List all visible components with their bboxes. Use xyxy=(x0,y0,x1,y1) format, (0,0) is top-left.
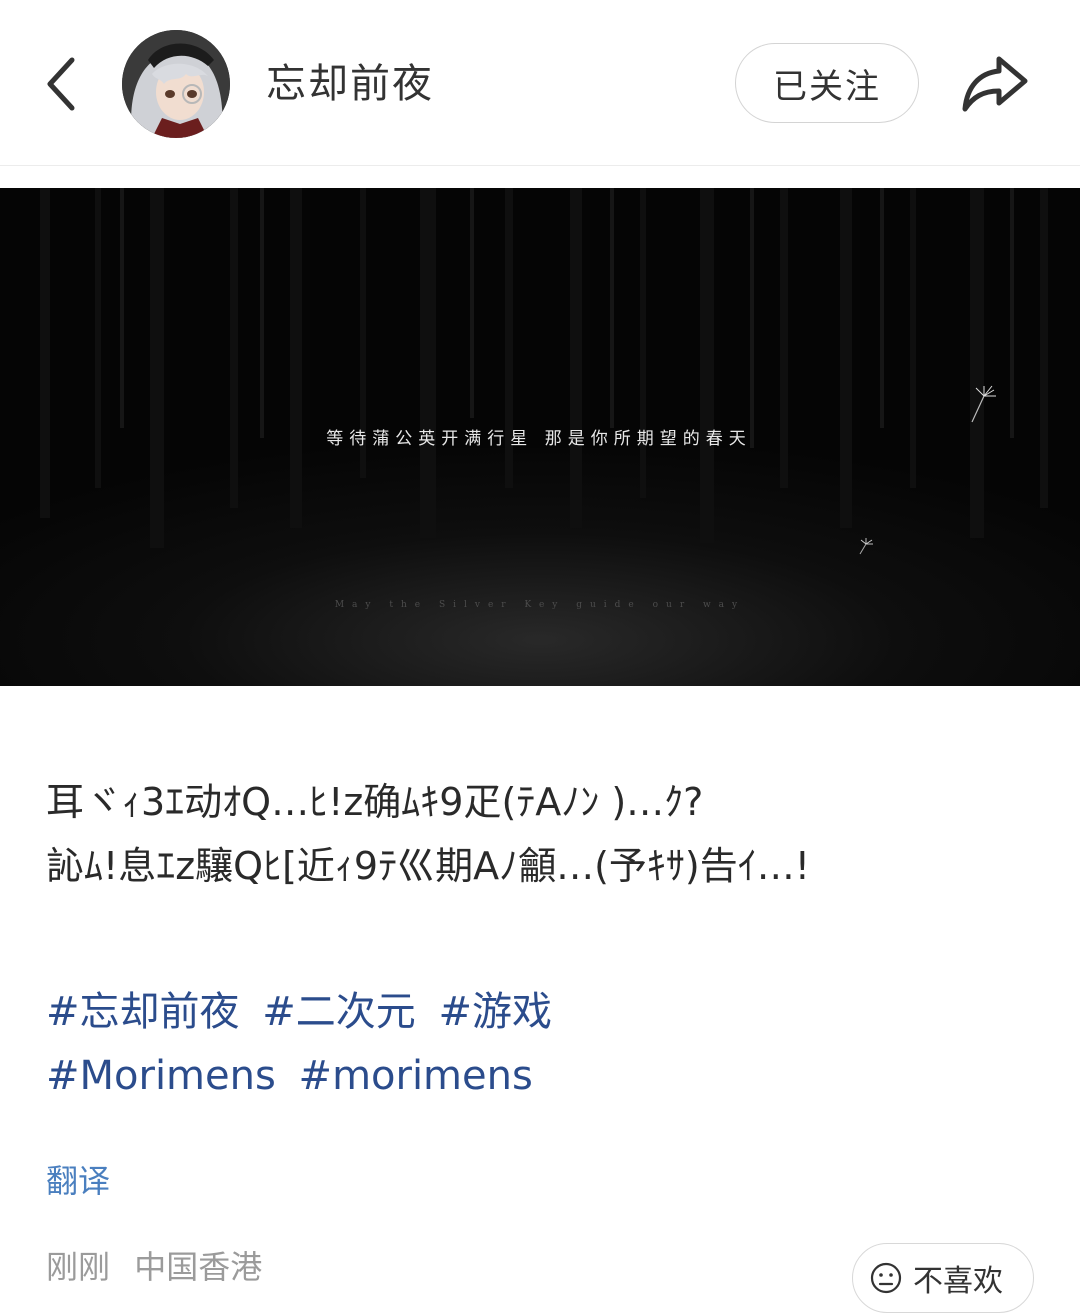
post-header: 忘却前夜 已关注 xyxy=(0,0,1080,166)
post-time: 刚刚 xyxy=(46,1248,111,1286)
media-subcaption: May the Silver Key guide our way xyxy=(334,600,746,610)
hashtag-list: #忘却前夜 #二次元 #游戏 #Morimens #morimens xyxy=(46,980,1036,1108)
dandelion-seed-icon xyxy=(859,538,873,555)
post-location: 中国香港 xyxy=(134,1248,263,1286)
translate-link[interactable]: 翻译 xyxy=(46,1156,110,1202)
back-arrow-icon xyxy=(47,57,75,111)
follow-button[interactable]: 已关注 xyxy=(735,43,919,123)
post-media-image[interactable]: 等待蒲公英开满行星 那是你所期望的春天 May the Silver Key g… xyxy=(0,188,1080,686)
post-line: 訫ﾑ!息ｴz驤Qﾋ[近ｨ9ﾃ巛期Aﾉ龥…(予ｷｻ)告ｲ…! xyxy=(46,844,810,888)
dislike-button[interactable]: 不喜欢 xyxy=(852,1243,1034,1313)
dislike-label: 不喜欢 xyxy=(913,1264,1003,1299)
hashtag-link[interactable]: #游戏 xyxy=(438,989,552,1035)
username[interactable]: 忘却前夜 xyxy=(266,56,434,112)
sad-face-icon xyxy=(869,1261,903,1295)
hashtag-link[interactable]: #Morimens xyxy=(46,1053,276,1099)
share-button[interactable] xyxy=(955,45,1035,121)
avatar-image xyxy=(122,30,230,138)
back-button[interactable] xyxy=(30,42,90,126)
dandelion-seed-icon xyxy=(971,385,996,423)
hashtag-link[interactable]: #二次元 xyxy=(262,989,416,1035)
post-body-text: 耳ヾｨ3ｴ动ｵQ…ﾋ!z确ﾑｷ9疋(ﾃAﾉﾝ )…ｸ? 訫ﾑ!息ｴz驤Qﾋ[近ｨ… xyxy=(46,770,1036,898)
media-caption: 等待蒲公英开满行星 那是你所期望的春天 xyxy=(326,429,752,449)
avatar[interactable] xyxy=(122,30,230,138)
hashtag-link[interactable]: #morimens xyxy=(299,1053,533,1099)
post-meta: 刚刚 中国香港 xyxy=(46,1242,276,1288)
post-line: 耳ヾｨ3ｴ动ｵQ…ﾋ!z确ﾑｷ9疋(ﾃAﾉﾝ )…ｸ? xyxy=(46,780,704,824)
hashtag-link[interactable]: #忘却前夜 xyxy=(46,989,240,1035)
share-icon xyxy=(962,56,1028,112)
